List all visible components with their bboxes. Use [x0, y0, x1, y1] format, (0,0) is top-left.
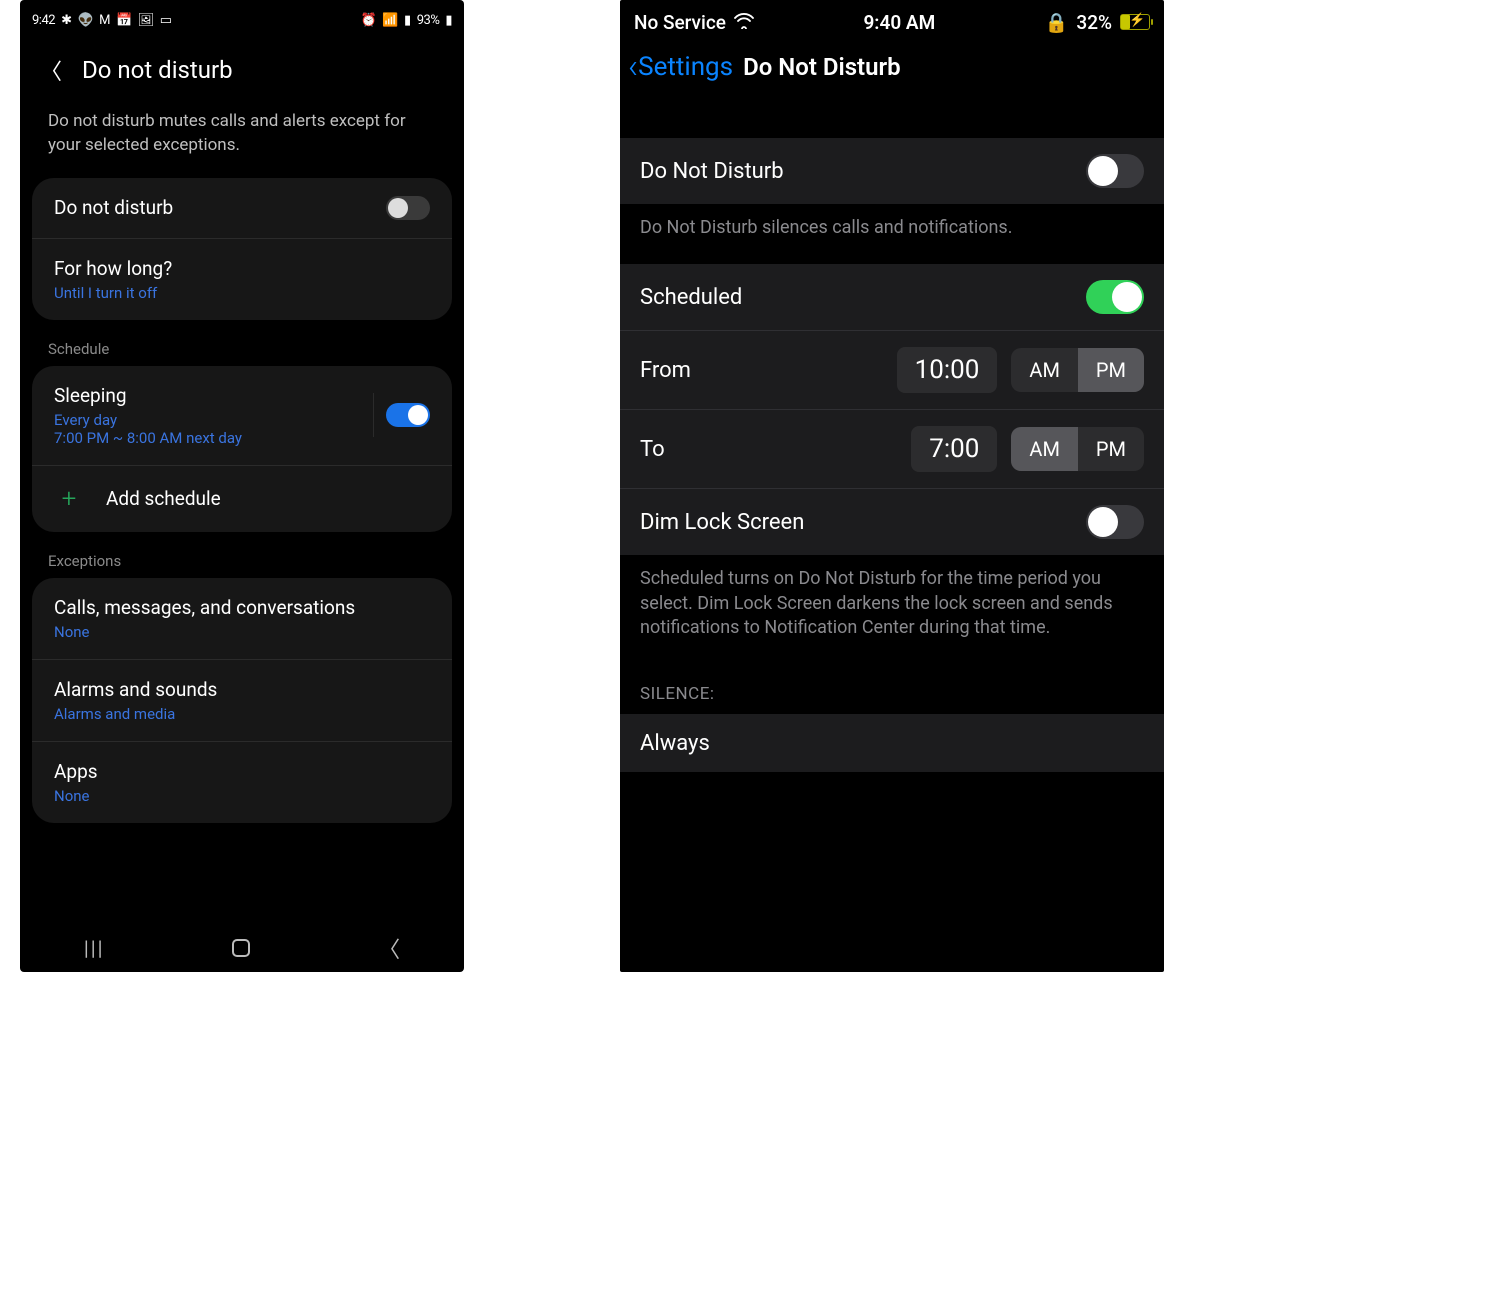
schedule-header: Schedule [20, 330, 464, 366]
dim-label: Dim Lock Screen [640, 510, 804, 535]
add-schedule-label: Add schedule [106, 487, 221, 510]
back-icon[interactable]: 〈 [36, 54, 66, 86]
exception-title: Calls, messages, and conversations [54, 596, 430, 619]
status-right: ⏰ 📶 ▮ 93% ▮ [361, 13, 452, 28]
exception-calls-row[interactable]: Calls, messages, and conversations None [32, 578, 452, 659]
status-right: 🔒 32% ⚡ [1045, 11, 1150, 34]
signal-icon: ▮ [404, 14, 411, 27]
android-status-bar: 9:42 ✱ 👽 M 📅 🖼 ▭ ⏰ 📶 ▮ 93% ▮ [20, 0, 464, 36]
dnd-toggle-row[interactable]: Do not disturb [32, 178, 452, 238]
dim-toggle[interactable] [1086, 505, 1144, 539]
nav-recent-icon[interactable]: ||| [84, 936, 105, 960]
wifi-icon [734, 11, 754, 34]
schedule-card: Sleeping Every day 7:00 PM ~ 8:00 AM nex… [32, 366, 452, 532]
to-time[interactable]: 7:00 [911, 426, 997, 472]
wifi-icon: 📶 [382, 14, 398, 27]
divider [373, 393, 374, 437]
to-label: To [640, 437, 665, 462]
main-card: Do not disturb For how long? Until I tur… [32, 178, 452, 320]
page-title: Do not disturb [82, 56, 233, 84]
badge-icon: ▭ [160, 14, 172, 27]
from-ampm-segment[interactable]: AM PM [1011, 348, 1144, 392]
battery-icon: ▮ [445, 14, 452, 27]
exception-title: Apps [54, 760, 430, 783]
sleeping-title: Sleeping [54, 384, 242, 407]
exception-value: Alarms and media [54, 705, 430, 723]
gmail-icon: M [99, 14, 110, 27]
scheduled-footer: Scheduled turns on Do Not Disturb for th… [620, 555, 1164, 664]
sleeping-sub1: Every day [54, 411, 242, 429]
nav-back-icon[interactable]: 〈 [378, 932, 400, 964]
android-header: 〈 Do not disturb [20, 36, 464, 110]
scheduled-label: Scheduled [640, 285, 742, 310]
alarm-icon: ⏰ [361, 14, 377, 27]
dnd-toggle[interactable] [386, 196, 430, 220]
battery-icon: ⚡ [1120, 14, 1150, 30]
from-pm[interactable]: PM [1078, 348, 1144, 392]
exception-apps-row[interactable]: Apps None [32, 741, 452, 823]
service-text: No Service [634, 11, 726, 34]
ios-nav-bar: ‹ Settings Do Not Disturb [620, 44, 1164, 98]
silence-always-label: Always [640, 731, 710, 756]
nav-home-icon[interactable] [232, 939, 250, 957]
to-ampm-segment[interactable]: AM PM [1011, 427, 1144, 471]
slack-icon: ✱ [61, 14, 71, 27]
from-am[interactable]: AM [1011, 348, 1078, 392]
dim-row[interactable]: Dim Lock Screen [620, 488, 1164, 555]
from-label: From [640, 358, 691, 383]
exception-alarms-row[interactable]: Alarms and sounds Alarms and media [32, 659, 452, 741]
to-pm[interactable]: PM [1078, 427, 1144, 471]
silence-always-row[interactable]: Always [620, 714, 1164, 772]
spacer [620, 98, 1164, 138]
to-am[interactable]: AM [1011, 427, 1078, 471]
exception-title: Alarms and sounds [54, 678, 430, 701]
dnd-footer: Do Not Disturb silences calls and notifi… [620, 204, 1164, 264]
add-schedule-row[interactable]: + Add schedule [32, 465, 452, 532]
silence-group: Always [620, 714, 1164, 772]
how-long-row[interactable]: For how long? Until I turn it off [32, 238, 452, 320]
how-long-value: Until I turn it off [54, 284, 430, 302]
scheduled-group: Scheduled From 10:00 AM PM To 7:00 AM PM [620, 264, 1164, 555]
battery-text: 93% [417, 13, 440, 28]
exception-value: None [54, 623, 430, 641]
exceptions-header: Exceptions [20, 542, 464, 578]
sleeping-sub2: 7:00 PM ~ 8:00 AM next day [54, 429, 242, 447]
ios-status-bar: No Service 9:40 AM 🔒 32% ⚡ [620, 0, 1164, 44]
to-row: To 7:00 AM PM [620, 409, 1164, 488]
back-label: Settings [638, 52, 733, 82]
dnd-toggle[interactable] [1086, 154, 1144, 188]
reddit-icon: 👽 [77, 14, 93, 27]
scheduled-toggle[interactable] [1086, 280, 1144, 314]
status-time: 9:40 AM [863, 11, 935, 34]
status-left: 9:42 ✱ 👽 M 📅 🖼 ▭ [32, 13, 172, 28]
calendar-icon: 📅 [116, 14, 132, 27]
page-title: Do Not Disturb [743, 53, 901, 81]
exceptions-card: Calls, messages, and conversations None … [32, 578, 452, 823]
sleeping-toggle[interactable] [386, 403, 430, 427]
dnd-group: Do Not Disturb [620, 138, 1164, 204]
android-nav-bar: ||| 〈 [20, 924, 464, 972]
plus-icon: + [54, 484, 84, 514]
dnd-label: Do Not Disturb [640, 159, 784, 184]
image-icon: 🖼 [138, 14, 154, 27]
back-button[interactable]: ‹ Settings [628, 52, 733, 82]
ios-phone: No Service 9:40 AM 🔒 32% ⚡ ‹ Settings Do… [620, 0, 1164, 972]
dnd-label: Do not disturb [54, 196, 173, 219]
page-description: Do not disturb mutes calls and alerts ex… [20, 110, 464, 178]
exception-value: None [54, 787, 430, 805]
android-phone: 9:42 ✱ 👽 M 📅 🖼 ▭ ⏰ 📶 ▮ 93% ▮ 〈 Do not di… [20, 0, 464, 972]
sleeping-row[interactable]: Sleeping Every day 7:00 PM ~ 8:00 AM nex… [32, 366, 452, 465]
lock-rotation-icon: 🔒 [1045, 11, 1069, 34]
status-left: No Service [634, 11, 754, 34]
scheduled-row[interactable]: Scheduled [620, 264, 1164, 330]
from-row: From 10:00 AM PM [620, 330, 1164, 409]
from-time[interactable]: 10:00 [897, 347, 998, 393]
status-time: 9:42 [32, 13, 55, 28]
dnd-row[interactable]: Do Not Disturb [620, 138, 1164, 204]
how-long-label: For how long? [54, 257, 430, 280]
battery-text: 32% [1076, 11, 1112, 34]
silence-header: SILENCE: [620, 664, 1164, 714]
chevron-left-icon: ‹ [628, 57, 638, 77]
